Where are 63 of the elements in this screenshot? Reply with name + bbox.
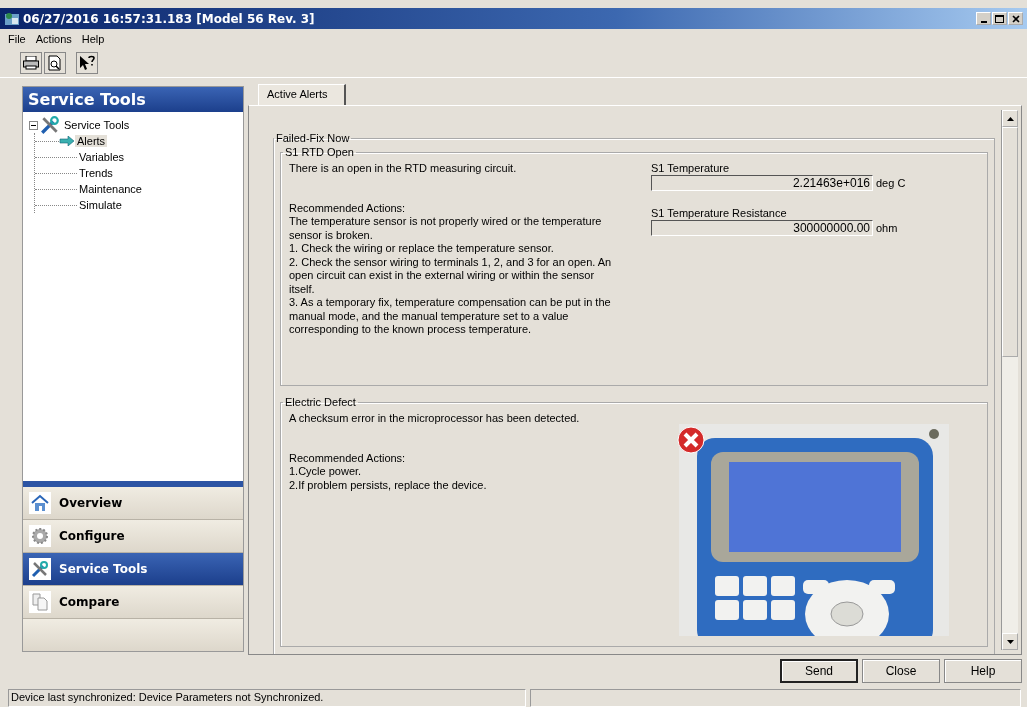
tools-icon [40,115,60,135]
gear-icon [31,527,49,545]
minimize-button[interactable] [976,12,991,25]
reading-value: 2.21463e+016 [651,175,873,191]
tools-icon [31,560,49,578]
nav-button[interactable]: Overview [23,487,243,520]
action-text: The temperature sensor is not properly wired or the temperature sensor is broken. [289,215,603,242]
tree-item[interactable]: Alerts [75,135,108,147]
status-text: Device last synchronized: Device Parameters not Synchronized. [8,689,526,707]
window-title: 06/27/2016 16:57:31.183 [Model 56 Rev. 3] [23,11,315,26]
alert-description: There is an open in the RTD measuring circuit. [289,162,518,176]
nav-button[interactable]: Configure [23,520,243,553]
menu-item[interactable]: Help [81,32,105,45]
alert-title: S1 RTD Open [284,146,355,158]
action-text: 2. Check the sensor wiring to terminals 1, 2, and 3 for an open. An open circuit can exist in the external wiring or within the sensor itself. [289,255,613,296]
tree-item[interactable]: Maintenance [77,183,144,195]
dialog-button[interactable]: Help [944,659,1022,683]
reading-value: 300000000.00 [651,220,873,236]
scroll-down-icon[interactable] [1006,639,1014,644]
reading-label: S1 Temperature Resistance [651,207,787,219]
menu-item[interactable]: File [8,32,26,45]
tab[interactable]: Active Alerts [258,84,346,105]
actions-heading: Recommended Actions: [289,451,407,465]
action-text: 1.Cycle power. [289,465,363,479]
toolbar-button[interactable] [20,51,42,74]
toolbar-button[interactable] [44,51,66,74]
close-button[interactable] [1008,12,1023,25]
dialog-button[interactable]: Send [780,659,858,683]
reading-label: S1 Temperature [651,162,730,174]
print-icon [23,55,39,70]
alert-title: Electric Defect [284,396,357,408]
tree-item[interactable]: Simulate [77,199,124,211]
action-text: 2.If problem persists, replace the device. [289,478,488,492]
nav-button[interactable]: Compare [23,586,243,619]
app-icon [4,10,20,27]
maximize-button[interactable] [992,12,1007,25]
nav-button[interactable]: Service Tools [23,553,243,586]
tree-item[interactable]: Trends [77,167,115,179]
close-icon [1011,14,1020,23]
house-icon [31,494,49,512]
actions-heading: Recommended Actions: [289,201,407,215]
arrow-icon [59,136,75,146]
pages-icon [31,593,49,611]
help-pointer-icon [79,54,95,71]
scroll-up-icon[interactable] [1006,116,1014,121]
splitter-handle[interactable] [23,481,243,487]
menu-item[interactable]: Actions [35,32,72,45]
tree-item[interactable]: Service Tools [62,119,132,131]
dialog-button[interactable]: Close [862,659,940,683]
maximize-icon [995,14,1004,23]
tree-item[interactable]: Variables [77,151,127,163]
group-title: Failed-Fix Now [275,132,351,144]
scrollbar[interactable] [1001,110,1018,650]
toolbar-button[interactable] [76,51,98,74]
action-text: 3. As a temporary fix, temperature compensation can be put in the manual mode, and the manual temperature set to a value corresponding to the known process temperature. [289,296,612,337]
print-preview-icon [48,54,62,71]
alert-description: A checksum error in the microprocessor has been detected. [289,412,581,426]
collapse-toggle[interactable] [29,120,38,130]
minimize-icon [980,20,987,23]
sidebar-title: Service Tools [23,87,243,112]
action-text: 1. Check the wiring or replace the temperature sensor. [289,242,555,256]
reading-unit: ohm [876,222,898,234]
reading-unit: deg C [876,177,906,189]
